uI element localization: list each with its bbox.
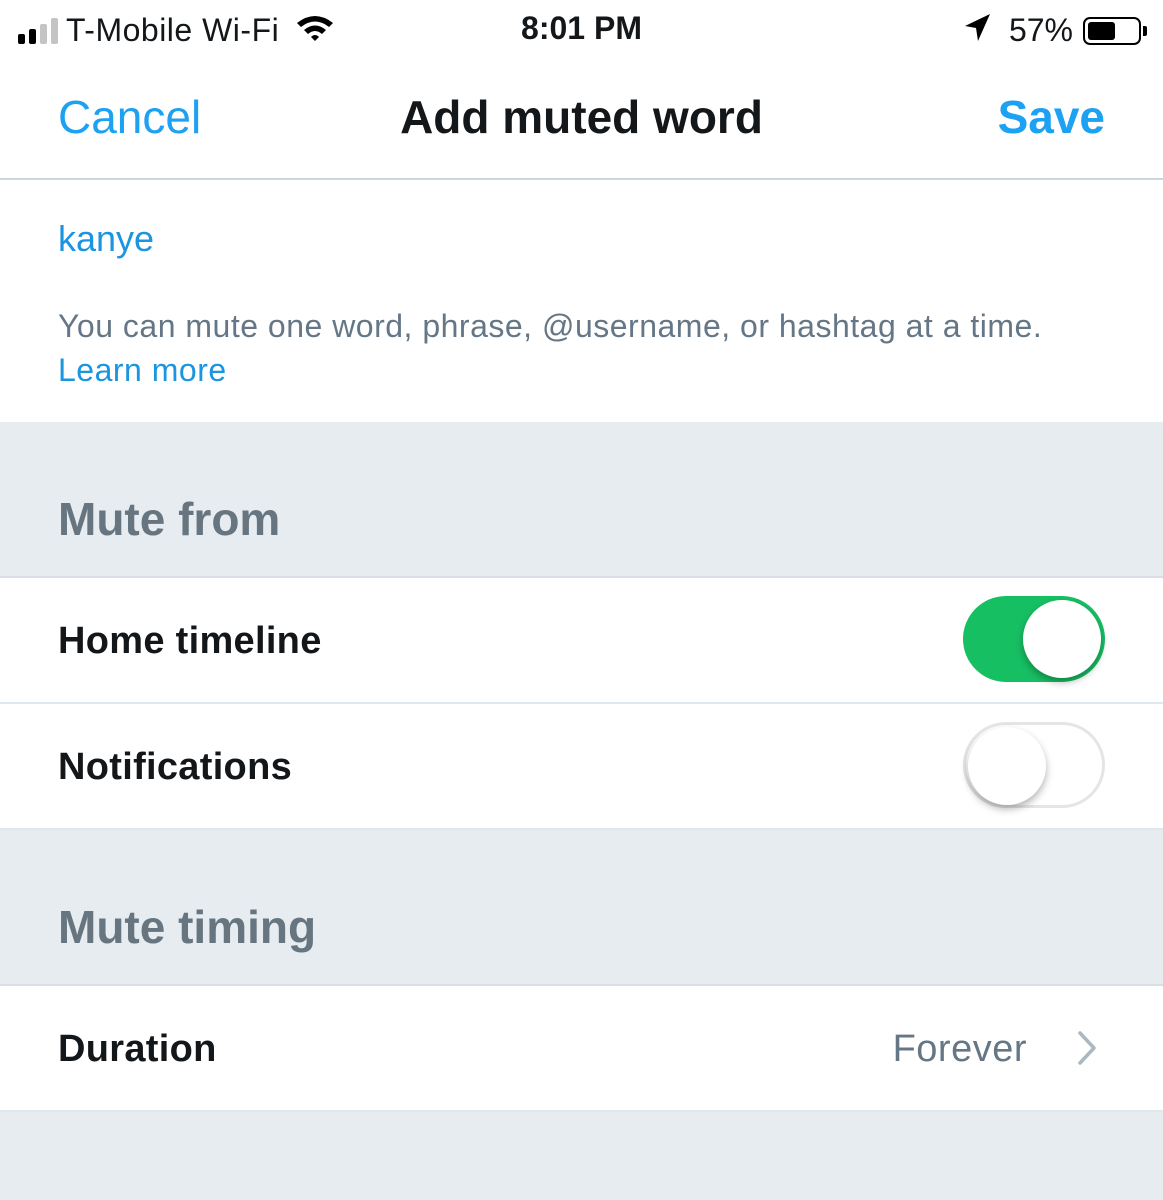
mute-timing-label: Mute timing	[58, 901, 317, 953]
battery-icon	[1083, 16, 1141, 45]
mute-from-header: Mute from	[0, 422, 1163, 578]
muted-word-section: kanye You can mute one word, phrase, @us…	[0, 180, 1163, 422]
help-text: You can mute one word, phrase, @username…	[58, 304, 1078, 392]
notifications-row: Notifications	[0, 704, 1163, 830]
location-arrow-icon	[963, 13, 991, 48]
duration-row[interactable]: Duration Forever	[0, 986, 1163, 1112]
status-bar: T-Mobile Wi-Fi 8:01 PM 57%	[0, 0, 1163, 60]
home-timeline-toggle[interactable]	[963, 596, 1105, 682]
duration-label: Duration	[58, 1028, 217, 1070]
battery-percentage: 57%	[1008, 12, 1073, 48]
home-timeline-row: Home timeline	[0, 578, 1163, 704]
muted-word-input[interactable]: kanye	[58, 218, 154, 260]
page-title: Add muted word	[400, 91, 763, 143]
save-button[interactable]: Save	[998, 90, 1105, 144]
toggle-knob	[968, 727, 1046, 805]
toggle-knob	[1023, 600, 1101, 678]
status-right: 57%	[963, 12, 1147, 49]
battery-level-fill	[1088, 21, 1115, 40]
mute-from-label: Mute from	[58, 493, 281, 545]
notifications-toggle[interactable]	[963, 722, 1105, 808]
duration-value: Forever	[892, 1028, 1027, 1070]
chevron-right-icon	[1077, 1030, 1097, 1071]
help-text-body: You can mute one word, phrase, @username…	[58, 308, 1043, 344]
home-timeline-label: Home timeline	[58, 620, 322, 662]
battery-cap	[1143, 25, 1147, 36]
mute-timing-header: Mute timing	[0, 830, 1163, 986]
navigation-bar: Cancel Add muted word Save	[0, 60, 1163, 180]
notifications-label: Notifications	[58, 746, 293, 788]
learn-more-link[interactable]: Learn more	[58, 352, 227, 388]
